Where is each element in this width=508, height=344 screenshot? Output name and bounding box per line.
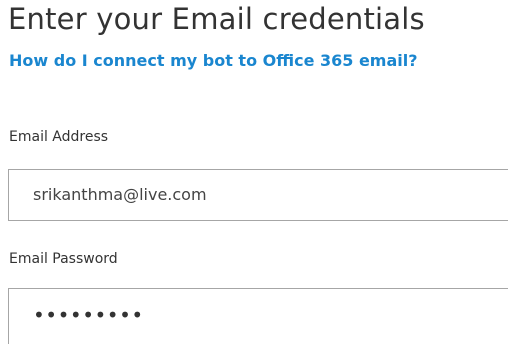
email-address-field[interactable]: srikanthma@live.com: [8, 169, 508, 221]
email-password-field[interactable]: •••••••••: [8, 288, 508, 344]
email-address-value: srikanthma@live.com: [33, 185, 207, 204]
email-password-value: •••••••••: [33, 303, 144, 327]
page-title: Enter your Email credentials: [8, 2, 425, 36]
email-credentials-form: Enter your Email credentials How do I co…: [0, 0, 508, 344]
email-password-label: Email Password: [9, 251, 118, 267]
help-link-office365[interactable]: How do I connect my bot to Office 365 em…: [9, 51, 418, 70]
email-address-label: Email Address: [9, 129, 109, 145]
